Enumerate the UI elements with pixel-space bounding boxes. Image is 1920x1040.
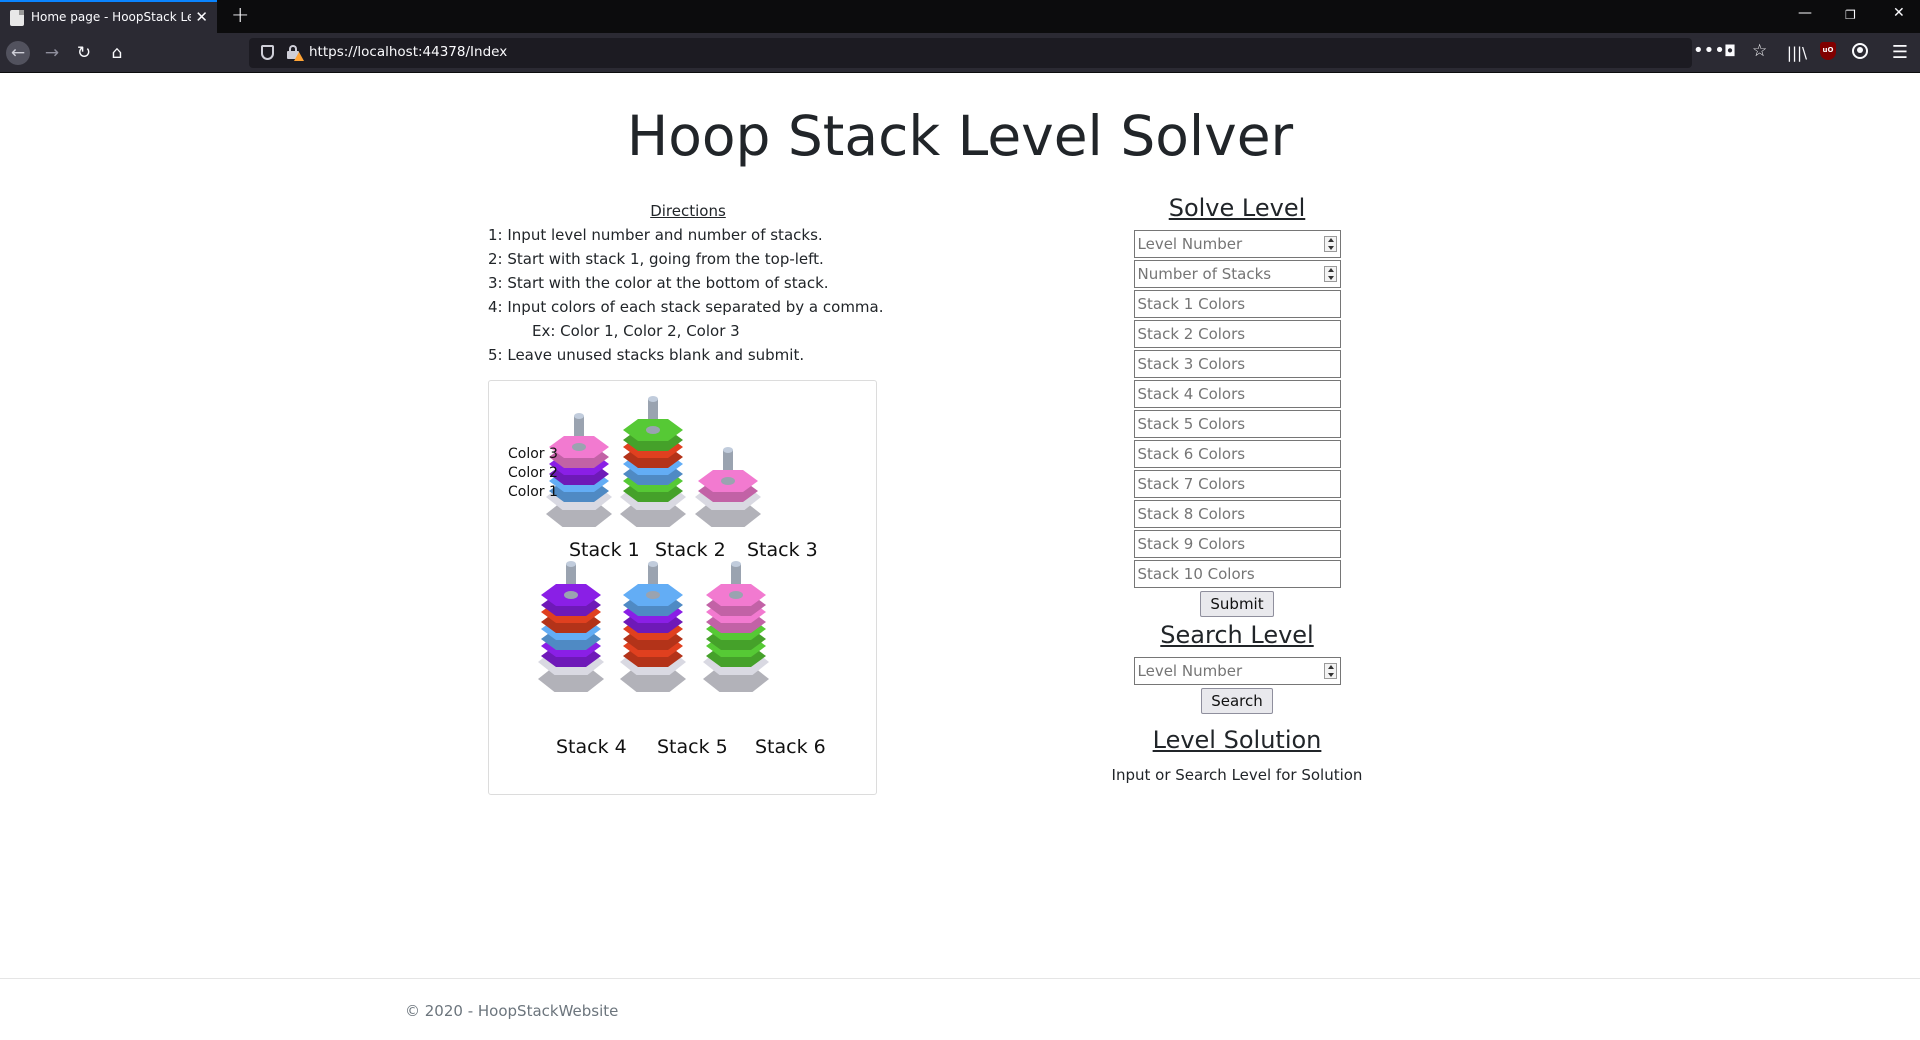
stack-1-peg-top xyxy=(574,413,584,419)
example-stacks-illustration xyxy=(538,396,769,692)
address-bar[interactable]: https://localhost:44378/Index ••• ◘ ☆ xyxy=(249,38,1767,68)
stack-3-label: Stack 3 xyxy=(747,539,818,561)
direction-step-4: 4: Input colors of each stack separated … xyxy=(488,298,884,316)
solver-forms: Solve Level Submit Search Level Search L… xyxy=(1100,194,1374,784)
search-level-heading: Search Level xyxy=(1160,621,1314,649)
color-2-label: Color 2 xyxy=(508,465,558,481)
stack-6-colors-input[interactable] xyxy=(1133,440,1341,468)
stack-3-colors-input[interactable] xyxy=(1133,350,1341,378)
stack-1-colors-field[interactable] xyxy=(1137,295,1318,313)
tracking-protection-shield-icon[interactable] xyxy=(261,45,274,60)
account-icon[interactable] xyxy=(1852,43,1868,59)
direction-step-3: 3: Start with the color at the bottom of… xyxy=(488,274,829,292)
footer-copyright: © 2020 - HoopStackWebsite xyxy=(405,1002,619,1020)
stack-4-colors-input[interactable] xyxy=(1133,380,1341,408)
stack-6-label: Stack 6 xyxy=(755,736,826,758)
forward-arrow-icon[interactable]: → xyxy=(40,41,64,65)
stack-2-colors-input[interactable] xyxy=(1133,320,1341,348)
solve-level-heading: Solve Level xyxy=(1168,194,1306,222)
stack-2-label: Stack 2 xyxy=(655,539,726,561)
tab-title: Home page - HoopStack Level xyxy=(31,10,191,24)
browser-tab-active[interactable]: Home page - HoopStack Level ✕ xyxy=(0,0,217,33)
insecure-lock-warning-icon[interactable] xyxy=(287,45,304,61)
number-of-stacks-input[interactable] xyxy=(1133,260,1341,288)
bookmark-star-icon[interactable]: ☆ xyxy=(1752,41,1767,61)
stack-9-colors-input[interactable] xyxy=(1133,530,1341,558)
stack-8-colors-input[interactable] xyxy=(1133,500,1341,528)
stack-5-hoop-hole xyxy=(646,591,660,599)
stack-1-colors-input[interactable] xyxy=(1133,290,1341,318)
page-title: Hoop Stack Level Solver xyxy=(626,104,1294,168)
stack-8-colors-field[interactable] xyxy=(1137,505,1318,523)
search-level-spinner-icon[interactable] xyxy=(1323,663,1337,679)
stack-4-hoop-hole xyxy=(564,591,578,599)
tab-bar: Home page - HoopStack Level ✕ + — ❐ ✕ xyxy=(0,0,1920,33)
directions-panel: Directions 1: Input level number and num… xyxy=(488,199,884,367)
stack-2-colors-field[interactable] xyxy=(1137,325,1318,343)
close-tab-icon[interactable]: ✕ xyxy=(195,8,208,26)
stack-5-colors-field[interactable] xyxy=(1137,415,1318,433)
page-favicon-icon xyxy=(10,10,24,26)
search-level-number-field[interactable] xyxy=(1137,662,1318,680)
search-button[interactable]: Search xyxy=(1201,688,1273,714)
home-icon[interactable]: ⌂ xyxy=(105,41,129,65)
submit-button[interactable]: Submit xyxy=(1200,591,1274,617)
stack-5-label: Stack 5 xyxy=(657,736,728,758)
stack-7-colors-input[interactable] xyxy=(1133,470,1341,498)
reload-icon[interactable]: ↻ xyxy=(72,41,96,65)
close-window-icon[interactable]: ✕ xyxy=(1893,5,1905,21)
ublock-origin-icon[interactable]: uO xyxy=(1820,42,1836,60)
navigation-toolbar: ← → ↻ ⌂ https://localhost:44378/Index ••… xyxy=(0,33,1920,73)
stack-3-colors-field[interactable] xyxy=(1137,355,1318,373)
page-actions-ellipsis-icon[interactable]: ••• xyxy=(1693,40,1725,61)
minimize-window-icon[interactable]: — xyxy=(1798,5,1812,21)
direction-step-1: 1: Input level number and number of stac… xyxy=(488,226,823,244)
new-tab-icon[interactable]: + xyxy=(231,3,249,28)
direction-step-2: 2: Start with stack 1, going from the to… xyxy=(488,250,824,268)
color-1-label: Color 1 xyxy=(508,484,558,500)
level-number-field[interactable] xyxy=(1137,235,1318,253)
library-icon[interactable]: |||\ xyxy=(1785,41,1809,65)
url-text[interactable]: https://localhost:44378/Index xyxy=(309,44,507,60)
stack-2-peg-top xyxy=(648,396,658,402)
level-solution-text: Input or Search Level for Solution xyxy=(1111,766,1363,784)
back-arrow-icon[interactable]: ← xyxy=(6,41,30,65)
stack-9-colors-field[interactable] xyxy=(1137,535,1318,553)
stack-3-peg-top xyxy=(723,447,733,453)
stack-5-colors-input[interactable] xyxy=(1133,410,1341,438)
stack-4-label: Stack 4 xyxy=(556,736,627,758)
pocket-icon[interactable]: ◘ xyxy=(1724,42,1736,60)
example-stacks-image: Color 3 Color 2 Color 1 Stack 1 Stack 2 … xyxy=(488,380,877,795)
number-of-stacks-spinner-icon[interactable] xyxy=(1323,266,1337,282)
color-3-label: Color 3 xyxy=(508,446,558,462)
stack-1-hoop-hole xyxy=(572,443,586,451)
stack-4-peg-top xyxy=(566,561,576,567)
direction-step-5: 5: Leave unused stacks blank and submit. xyxy=(488,346,805,364)
stack-6-hoop-hole xyxy=(729,591,743,599)
stack-5-peg-top xyxy=(648,561,658,567)
stack-2-hoop-hole xyxy=(646,426,660,434)
stack-10-colors-field[interactable] xyxy=(1137,565,1318,583)
stack-4-colors-field[interactable] xyxy=(1137,385,1318,403)
stack-6-peg-top xyxy=(731,561,741,567)
hamburger-menu-icon[interactable]: ☰ xyxy=(1888,41,1912,65)
restore-window-icon[interactable]: ❐ xyxy=(1845,8,1856,22)
page-content: Hoop Stack Level Solver Directions 1: In… xyxy=(0,74,1920,1040)
stack-7-colors-field[interactable] xyxy=(1137,475,1318,493)
level-number-input[interactable] xyxy=(1133,230,1341,258)
footer: © 2020 - HoopStackWebsite xyxy=(0,978,1920,1020)
stack-3-hoop-hole xyxy=(721,477,735,485)
level-solution-heading: Level Solution xyxy=(1152,726,1322,754)
stack-10-colors-input[interactable] xyxy=(1133,560,1341,588)
directions-heading: Directions xyxy=(650,202,726,220)
direction-example: Ex: Color 1, Color 2, Color 3 xyxy=(532,322,740,340)
level-number-spinner-icon[interactable] xyxy=(1323,236,1337,252)
number-of-stacks-field[interactable] xyxy=(1137,265,1318,283)
stack-6-colors-field[interactable] xyxy=(1137,445,1318,463)
stack-1-label: Stack 1 xyxy=(569,539,640,561)
search-level-number-input[interactable] xyxy=(1133,657,1341,685)
